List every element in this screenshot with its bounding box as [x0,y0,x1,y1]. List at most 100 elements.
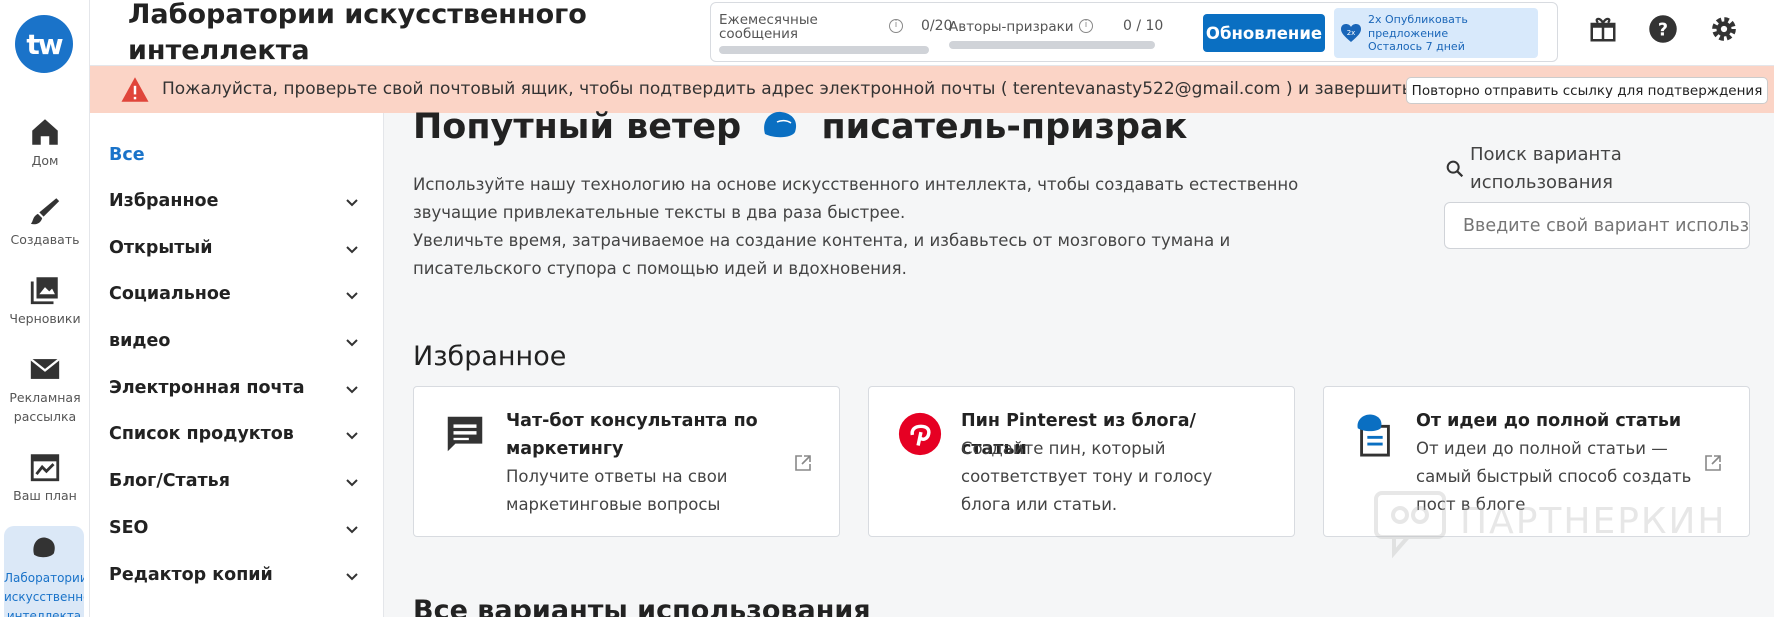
all-use-cases-heading: Все варианты использования [413,595,871,617]
category-label: Избранное [109,191,219,211]
warning-icon [121,77,149,102]
monthly-messages-label: Ежемесячные сообщения [719,12,818,42]
drafts-icon [30,277,58,305]
promo-text: 2x Опубликовать предложение Осталось 7 д… [1368,13,1468,54]
rail-item-drafts[interactable]: Черновики [0,273,90,328]
rail-item-home[interactable]: Дом [0,115,90,170]
rail-item-ai-labs[interactable]: Лаборатории искусственного интеллекта [4,526,84,617]
watermark: ПАРТНЕРКИН [1372,489,1732,559]
pinterest-icon [898,412,942,456]
favorites-heading: Избранное [413,341,567,372]
gift-icon[interactable] [1588,14,1618,44]
left-rail: tw Дом Создавать Черновики Рекламная рас… [0,0,90,617]
resend-confirmation-button[interactable]: Повторно отправить ссылку для подтвержде… [1406,77,1768,104]
ghost-writers-bar [949,41,1155,49]
home-icon [32,119,58,145]
category-label: Блог/Статья [109,471,230,491]
category-item[interactable]: SEO [109,518,369,538]
hero-title-part: Попутный ветер [413,107,742,147]
mail-icon [30,358,60,379]
chevron-down-icon [346,432,358,440]
logo-text: tw [26,27,63,61]
external-link-icon[interactable] [793,453,813,473]
rail-item-label: Ваш план [13,488,77,503]
chevron-down-icon [346,573,358,581]
brush-icon [30,198,60,225]
rail-item-label: Черновики [9,311,81,326]
promo-line: 2x Опубликовать [1368,13,1468,26]
monthly-messages-bar [719,46,929,54]
promo-offer[interactable]: 2x 2x Опубликовать предложение Осталось … [1334,8,1538,58]
category-item[interactable]: Редактор копий [109,565,369,585]
category-label: видео [109,331,171,351]
logo[interactable]: tw [15,15,73,73]
category-item[interactable]: Электронная почта [109,378,369,398]
category-label: Социальное [109,284,231,304]
promo-line: предложение [1368,26,1449,40]
hero-title: Попутный ветер писатель-призрак [413,107,1187,147]
info-icon[interactable]: i [889,19,903,33]
watermark-text: ПАРТНЕРКИН [1460,501,1727,542]
svg-text:?: ? [1658,20,1668,40]
category-all[interactable]: Все [109,145,369,165]
intro-text: Используйте нашу технологию на основе ис… [413,171,1343,283]
hero-title-part: писатель-призрак [821,107,1188,147]
ghost-icon [33,537,55,558]
card-title: От идеи до полной статьи [1416,411,1682,431]
search-label: Поиск варианта использования [1470,144,1622,193]
category-label: Электронная почта [109,378,305,398]
category-item[interactable]: Избранное [109,191,369,211]
ghost-icon [764,111,797,138]
category-label: SEO [109,518,149,538]
intro-paragraph: Используйте нашу технологию на основе ис… [413,175,1299,222]
upgrade-button[interactable]: Обновление [1203,14,1325,52]
card-description: Создайте пин, который соответствует тону… [961,439,1213,514]
external-link-icon[interactable] [1703,453,1723,473]
chat-icon [447,416,483,452]
chevron-down-icon [346,199,358,207]
rail-item-create[interactable]: Создавать [0,194,90,249]
chevron-down-icon [346,479,358,487]
category-label: Редактор копий [109,565,273,585]
chevron-down-icon [346,292,358,300]
chevron-down-icon [346,386,358,394]
chevron-down-icon [346,526,358,534]
category-item[interactable]: Список продуктов [109,424,369,444]
banner-text: Пожалуйста, проверьте свой почтовый ящик… [162,79,1543,99]
use-case-card[interactable]: Пин Pinterest из блога/статьи Создайте п… [868,386,1295,537]
rail-item-newsletter[interactable]: Рекламная рассылка [0,352,90,426]
usage-panel: Ежемесячные сообщения i 0/20 Авторы-приз… [710,2,1558,62]
info-icon[interactable]: i [1079,19,1093,33]
use-case-search-input[interactable] [1444,202,1750,249]
chevron-down-icon [346,339,358,347]
monthly-messages-value: 0/20 [921,18,953,34]
card-title: Чат-бот консультанта по маркетингу [506,411,758,459]
help-icon[interactable]: ? [1648,14,1678,44]
app-window: tw Дом Создавать Черновики Рекламная рас… [0,0,1774,617]
rail-item-label: Дом [31,153,59,168]
settings-icon[interactable] [1709,14,1739,44]
page-title: Лаборатории искусственного интеллекта [128,0,587,66]
chevron-down-icon [346,246,358,254]
rail-item-label: Рекламная рассылка [9,390,81,424]
rail-item-plan[interactable]: Ваш план [0,450,90,505]
heart-badge-icon: 2x [1341,24,1361,42]
rail-item-label: Создавать [10,232,80,247]
search-icon [1446,160,1464,178]
category-item[interactable]: видео [109,331,369,351]
promo-badge: 2x [1347,29,1356,37]
category-item[interactable]: Социальное [109,284,369,304]
plan-icon [30,454,60,482]
use-case-card[interactable]: Чат-бот консультанта по маркетингу Получ… [413,386,840,537]
promo-line: Осталось 7 дней [1368,40,1465,53]
ghost-article-icon [1357,414,1390,457]
category-sidebar: Все Избранное Открытый Социальное видео … [90,113,384,617]
category-item[interactable]: Открытый [109,238,369,258]
email-verification-banner: Пожалуйста, проверьте свой почтовый ящик… [90,66,1774,113]
watermark-logo-icon [1374,491,1446,559]
intro-paragraph: Увеличьте время, затрачиваемое на создан… [413,231,1231,278]
category-label: Список продуктов [109,424,294,444]
category-label: Открытый [109,238,213,258]
category-item[interactable]: Блог/Статья [109,471,369,491]
ghost-writers-value: 0 / 10 [1123,18,1164,34]
